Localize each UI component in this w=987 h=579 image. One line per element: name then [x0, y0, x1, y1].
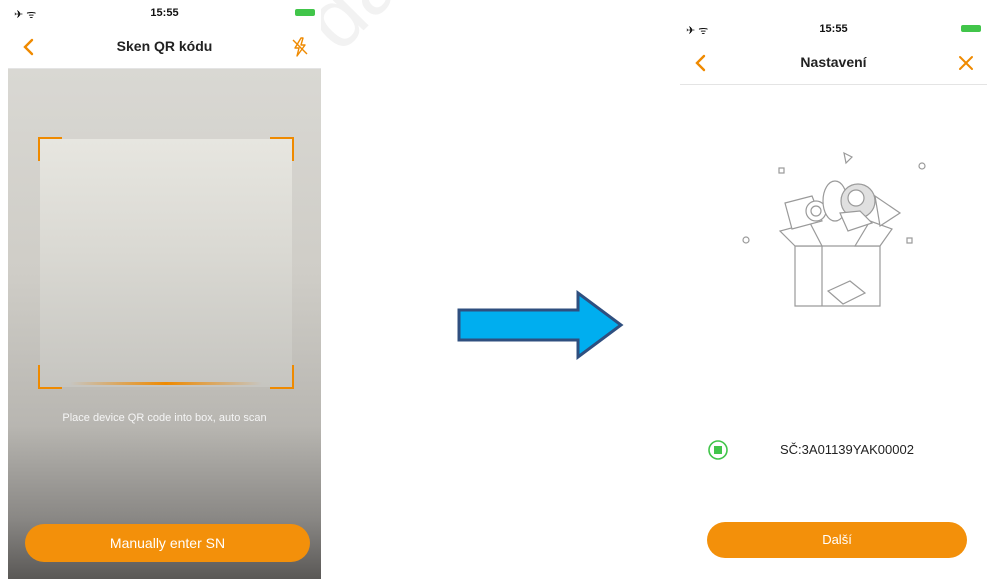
- close-icon[interactable]: [955, 52, 977, 74]
- status-bar: ✈ ᯤ 15:55: [8, 0, 321, 24]
- page-title: Sken QR kódu: [116, 38, 213, 54]
- page-title: Nastavení: [800, 54, 867, 70]
- manual-sn-button[interactable]: Manually enter SN: [25, 524, 310, 562]
- scan-frame: [38, 137, 294, 389]
- status-bar: ✈ ᯤ 15:55: [680, 16, 987, 40]
- device-found-icon: [708, 440, 728, 460]
- battery-icon: [961, 25, 981, 32]
- settings-screen: ✈ ᯤ 15:55 Nastavení SČ:3A01139YAK00002 D…: [680, 16, 987, 579]
- scan-hint: Place device QR code into box, auto scan: [62, 412, 267, 424]
- serial-number: SČ:3A01139YAK00002: [780, 442, 914, 457]
- qr-scan-screen: ✈ ᯤ 15:55 Sken QR kódu Place device QR c…: [8, 0, 321, 579]
- scan-frame-corner: [270, 137, 294, 161]
- scan-frame-corner: [38, 137, 62, 161]
- scan-frame-corner: [38, 365, 62, 389]
- scan-frame-corner: [270, 365, 294, 389]
- status-time: 15:55: [150, 7, 179, 19]
- serial-number-row: SČ:3A01139YAK00002: [708, 436, 968, 464]
- scan-line: [70, 382, 262, 385]
- flash-off-icon[interactable]: [289, 36, 311, 58]
- battery-icon: [295, 9, 315, 16]
- right-arrow-icon: [457, 290, 624, 360]
- nav-bar: Nastavení: [680, 40, 987, 85]
- device-box-illustration: [742, 151, 926, 307]
- nav-bar: Sken QR kódu: [8, 24, 321, 69]
- status-time: 15:55: [819, 23, 848, 35]
- next-button[interactable]: Další: [707, 522, 967, 558]
- camera-view: Place device QR code into box, auto scan: [8, 69, 321, 579]
